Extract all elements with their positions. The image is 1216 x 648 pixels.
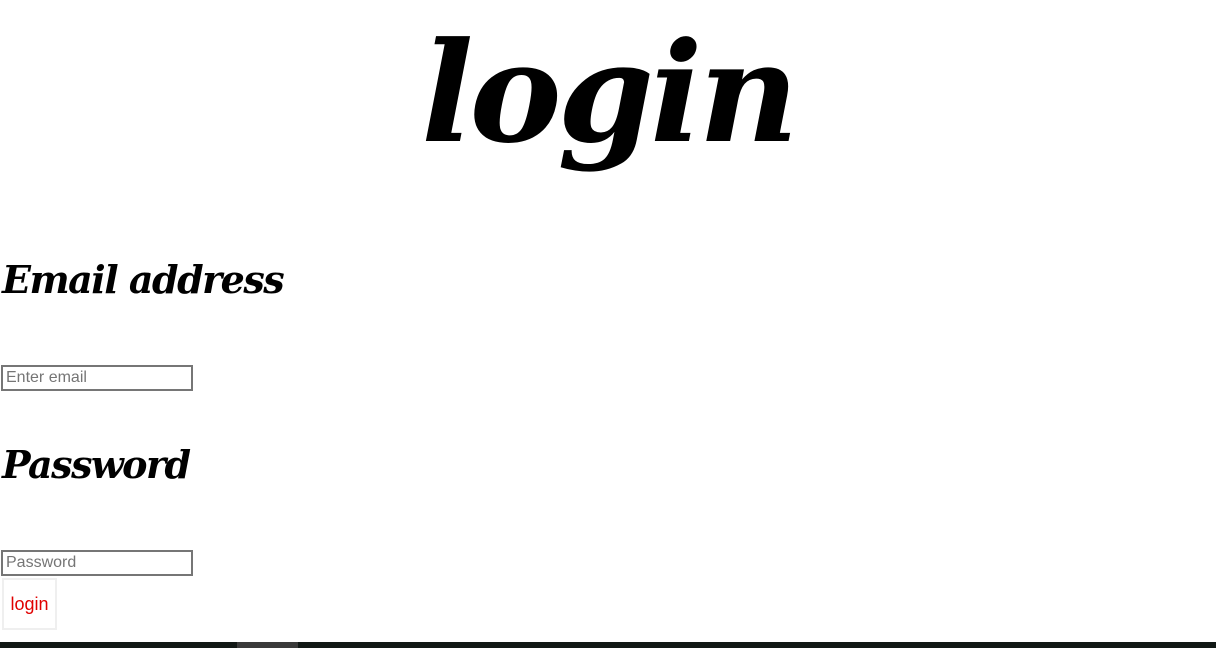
- page-title: login: [421, 11, 799, 174]
- password-field[interactable]: [1, 550, 193, 576]
- login-button[interactable]: login: [2, 578, 57, 630]
- bottom-bar: [0, 642, 1216, 648]
- password-label: Password: [2, 442, 191, 487]
- bottom-bar-segment: [237, 642, 298, 648]
- email-field[interactable]: [1, 365, 193, 391]
- email-label: Email address: [2, 257, 285, 302]
